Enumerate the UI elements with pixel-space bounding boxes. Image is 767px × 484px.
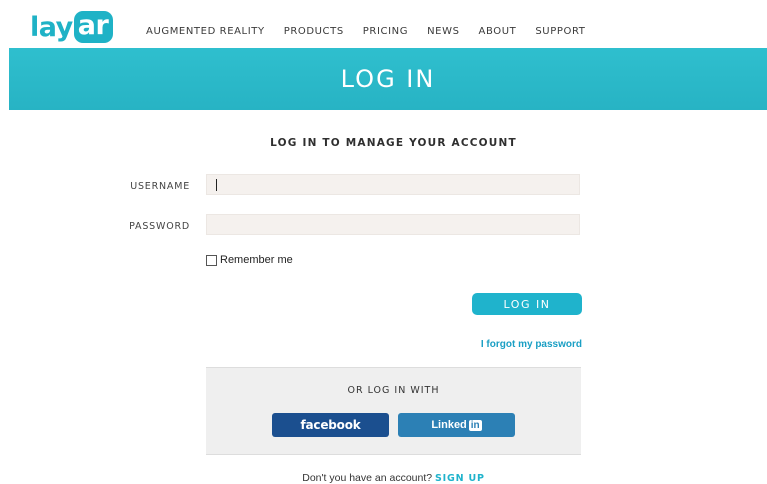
nav-about[interactable]: ABOUT <box>479 26 517 37</box>
signup-link[interactable]: SIGN UP <box>435 473 485 484</box>
forgot-password-link[interactable]: I forgot my password <box>420 339 582 350</box>
site-header: lay ar AUGMENTED REALITY PRODUCTS PRICING… <box>0 0 767 48</box>
nav-support[interactable]: SUPPORT <box>535 26 585 37</box>
remember-checkbox[interactable] <box>206 254 217 266</box>
facebook-label: facebook <box>300 418 361 432</box>
password-input[interactable] <box>207 215 579 234</box>
password-field[interactable] <box>206 214 580 235</box>
signup-text: Don't you have an account? <box>302 472 433 484</box>
login-button[interactable]: LOG IN <box>472 293 582 315</box>
linkedin-icon: in <box>468 419 482 431</box>
layar-logo[interactable]: lay ar <box>30 11 114 43</box>
logo-text-ar: ar <box>73 11 114 43</box>
logo-text-lay: lay <box>30 11 73 43</box>
linkedin-label: Linked <box>431 419 467 431</box>
remember-label: Remember me <box>220 254 293 266</box>
form-subtitle: LOG IN TO MANAGE YOUR ACCOUNT <box>270 137 517 149</box>
username-field[interactable] <box>206 174 580 195</box>
text-caret <box>216 179 217 191</box>
page-title: LOG IN <box>340 65 436 93</box>
username-label: USERNAME <box>130 181 190 192</box>
password-label: PASSWORD <box>129 221 190 232</box>
social-login-panel: OR LOG IN WITH facebook Linked in <box>206 367 581 455</box>
nav-pricing[interactable]: PRICING <box>363 26 408 37</box>
facebook-login-button[interactable]: facebook <box>272 413 389 437</box>
signup-prompt: Don't you have an account? SIGN UP <box>0 472 767 484</box>
nav-news[interactable]: NEWS <box>427 26 459 37</box>
main-nav: AUGMENTED REALITY PRODUCTS PRICING NEWS … <box>146 26 605 37</box>
remember-me[interactable]: Remember me <box>206 254 293 266</box>
nav-products[interactable]: PRODUCTS <box>284 26 344 37</box>
linkedin-login-button[interactable]: Linked in <box>398 413 515 437</box>
social-login-title: OR LOG IN WITH <box>347 385 440 396</box>
page-banner: LOG IN <box>9 48 767 110</box>
username-input[interactable] <box>207 175 579 194</box>
nav-augmented-reality[interactable]: AUGMENTED REALITY <box>146 26 265 37</box>
